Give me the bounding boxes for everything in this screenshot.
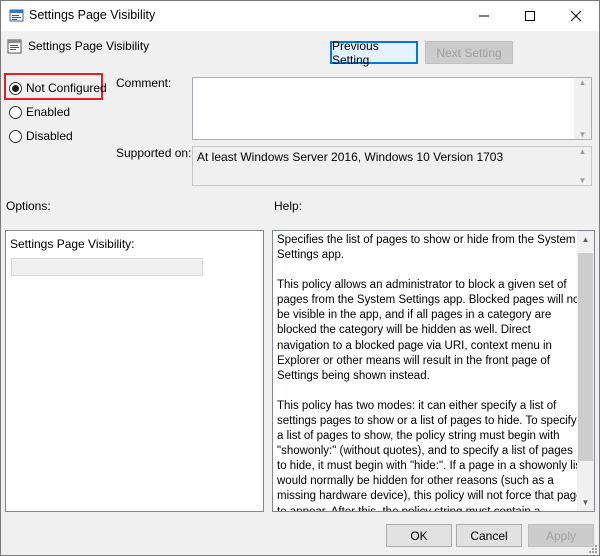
comment-label: Comment: bbox=[116, 76, 172, 90]
window-title: Settings Page Visibility bbox=[29, 8, 156, 22]
help-panel: Specifies the list of pages to show or h… bbox=[272, 230, 595, 512]
maximize-button[interactable] bbox=[507, 1, 553, 31]
supported-scrollbar[interactable]: ▲ ▼ bbox=[574, 147, 591, 185]
supported-on-box: At least Windows Server 2016, Windows 10… bbox=[192, 146, 592, 186]
settings-page-visibility-input[interactable] bbox=[11, 258, 203, 276]
help-paragraph: This policy has two modes: it can either… bbox=[277, 399, 584, 512]
help-paragraph: Specifies the list of pages to show or h… bbox=[277, 234, 576, 262]
radio-button[interactable] bbox=[9, 129, 22, 143]
options-label: Options: bbox=[6, 199, 51, 213]
policy-setting-icon bbox=[9, 9, 24, 22]
supported-on-label: Supported on: bbox=[116, 146, 192, 160]
radio-button-checked[interactable] bbox=[9, 81, 22, 95]
scroll-up-icon: ▲ bbox=[578, 78, 587, 87]
next-setting-button[interactable]: Next Setting bbox=[425, 41, 513, 64]
previous-setting-button[interactable]: Previous Setting bbox=[330, 39, 418, 67]
policy-setting-icon bbox=[7, 39, 22, 54]
scroll-down-icon[interactable]: ▼ bbox=[577, 494, 594, 511]
close-icon bbox=[571, 11, 581, 21]
scroll-thumb[interactable] bbox=[578, 253, 593, 461]
radio-button[interactable] bbox=[9, 105, 22, 119]
ok-button[interactable]: OK bbox=[386, 524, 452, 547]
radio-disabled[interactable]: Disabled bbox=[9, 129, 73, 143]
supported-on-value: At least Windows Server 2016, Windows 10… bbox=[197, 150, 504, 164]
radio-label: Not Configured bbox=[26, 81, 107, 95]
radio-enabled[interactable]: Enabled bbox=[9, 105, 70, 119]
resize-grip-icon[interactable] bbox=[587, 543, 597, 553]
close-button[interactable] bbox=[553, 1, 599, 31]
policy-dialog-window: Settings Page Visibility Settings Page V… bbox=[0, 0, 600, 556]
help-text: Specifies the list of pages to show or h… bbox=[277, 233, 585, 512]
options-panel: Settings Page Visibility: bbox=[5, 230, 264, 512]
title-bar: Settings Page Visibility bbox=[1, 1, 599, 31]
maximize-icon bbox=[525, 11, 535, 21]
help-label: Help: bbox=[274, 199, 303, 213]
options-field-label: Settings Page Visibility: bbox=[10, 237, 135, 251]
minimize-icon bbox=[479, 15, 489, 17]
scroll-down-icon: ▼ bbox=[578, 130, 587, 139]
radio-label: Enabled bbox=[26, 105, 71, 119]
scroll-up-icon[interactable]: ▲ bbox=[577, 231, 594, 248]
help-scrollbar[interactable]: ▲ ▼ bbox=[577, 231, 594, 511]
minimize-button[interactable] bbox=[461, 1, 507, 31]
scroll-up-icon: ▲ bbox=[578, 147, 587, 156]
apply-button[interactable]: Apply bbox=[528, 524, 594, 547]
help-paragraph: This policy allows an administrator to b… bbox=[277, 279, 583, 382]
comment-textbox[interactable]: ▲ ▼ bbox=[192, 77, 592, 140]
cancel-button[interactable]: Cancel bbox=[456, 524, 522, 547]
radio-not-configured[interactable]: Not Configured bbox=[9, 81, 107, 95]
policy-title: Settings Page Visibility bbox=[28, 39, 150, 53]
comment-scrollbar[interactable]: ▲ ▼ bbox=[574, 78, 591, 139]
scroll-down-icon: ▼ bbox=[578, 176, 587, 185]
radio-label: Disabled bbox=[26, 129, 73, 143]
